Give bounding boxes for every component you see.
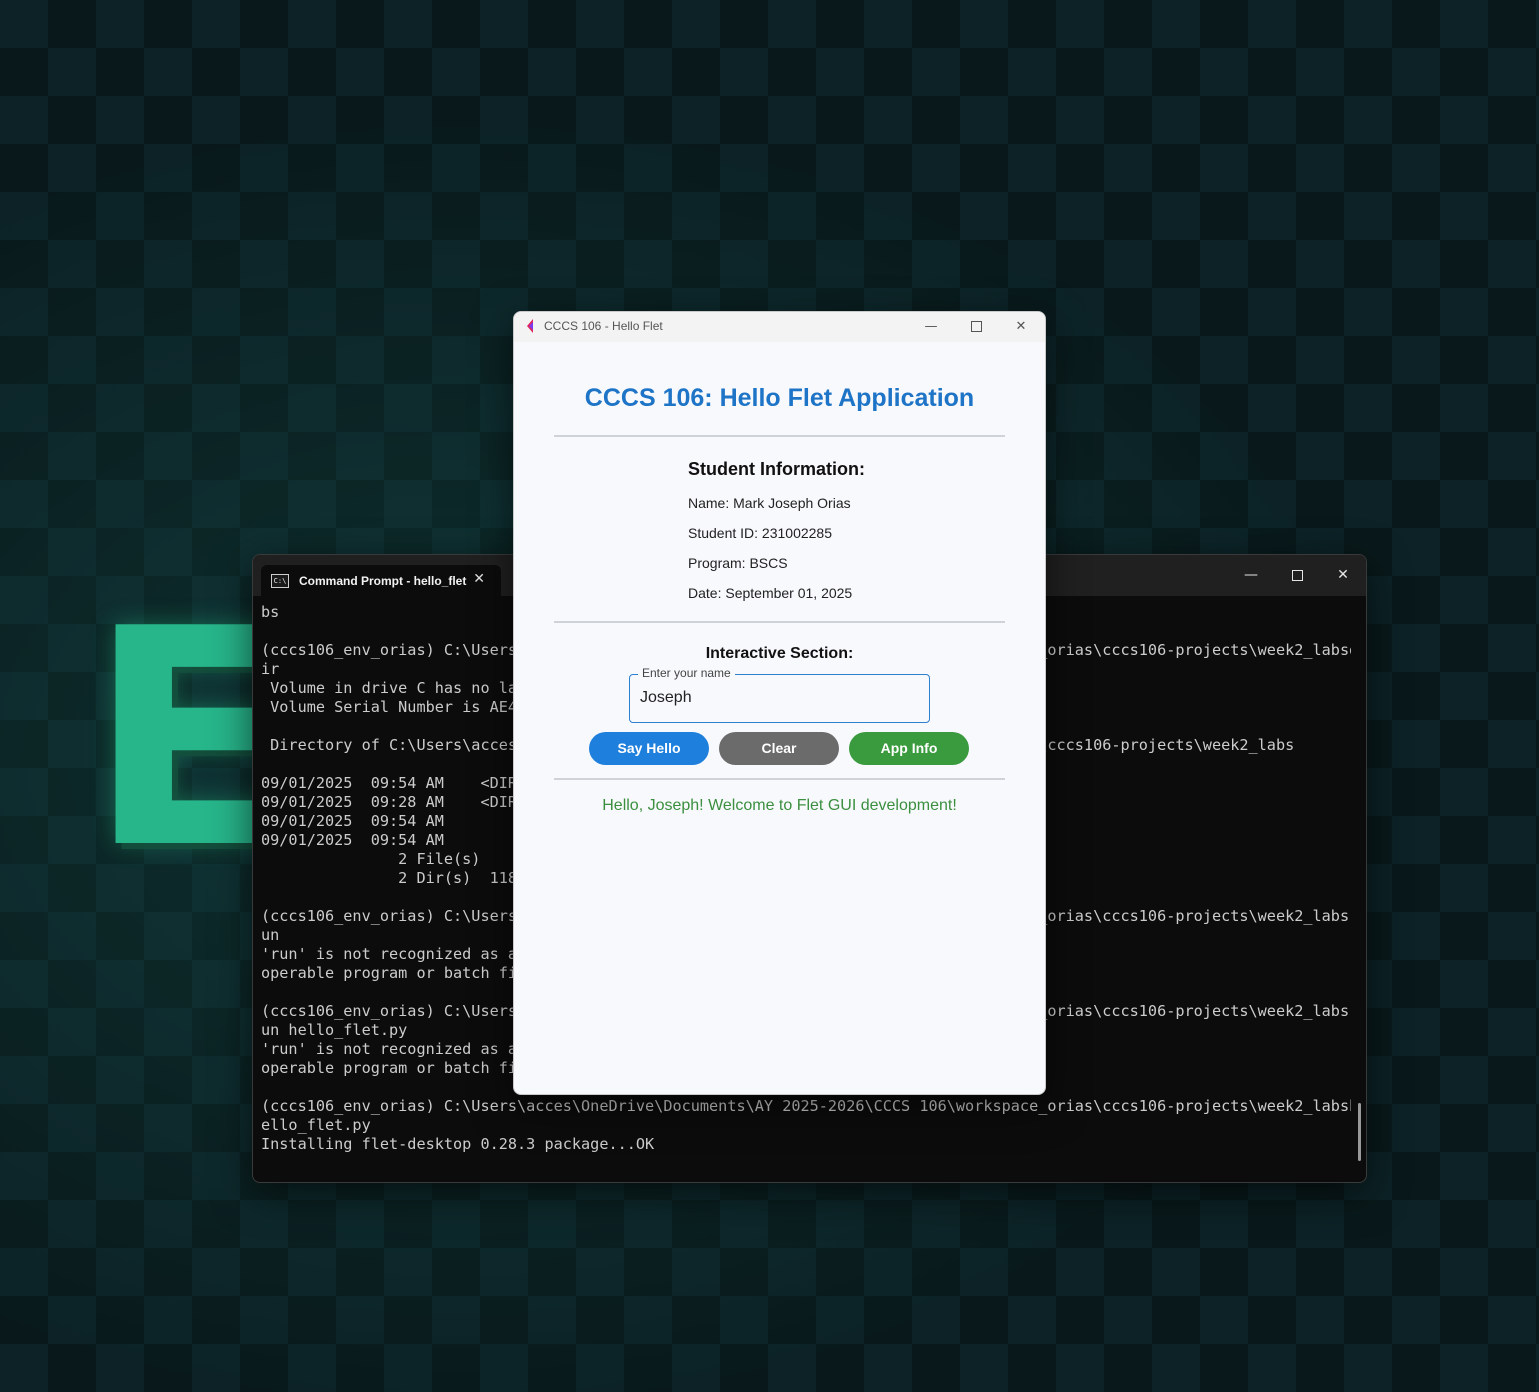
app-window-title: CCCS 106 - Hello Flet xyxy=(544,319,663,333)
terminal-scrollbar[interactable] xyxy=(1358,1103,1361,1161)
flet-logo-icon xyxy=(527,319,533,333)
student-program: Program: BSCS xyxy=(688,555,788,571)
app-info-button[interactable]: App Info xyxy=(849,732,969,765)
student-id: Student ID: 231002285 xyxy=(688,525,833,541)
name-input[interactable] xyxy=(640,687,910,709)
clear-button[interactable]: Clear xyxy=(719,732,839,765)
tab-close-icon[interactable]: ✕ xyxy=(473,571,485,587)
terminal-maximize-button[interactable] xyxy=(1277,563,1317,587)
divider xyxy=(554,435,1005,437)
terminal-line: (cccs106_env_orias) C:\Users\acces\OneDr… xyxy=(261,1097,1351,1115)
divider xyxy=(554,778,1005,780)
greeting-message: Hello, Joseph! Welcome to Flet GUI devel… xyxy=(602,797,957,814)
terminal-minimize-button[interactable]: — xyxy=(1231,563,1271,587)
terminal-tab-title: Command Prompt - hello_flet xyxy=(299,573,467,588)
app-maximize-button[interactable] xyxy=(959,316,993,338)
app-close-button[interactable]: ✕ xyxy=(1004,316,1038,338)
interactive-heading: Interactive Section: xyxy=(705,645,854,662)
terminal-close-button[interactable]: ✕ xyxy=(1323,563,1363,587)
maximize-icon xyxy=(1291,569,1303,581)
say-hello-button[interactable]: Say Hello xyxy=(589,732,709,765)
student-date: Date: September 01, 2025 xyxy=(688,585,853,601)
name-field-label: Enter your name xyxy=(638,666,735,680)
terminal-line: Installing flet-desktop 0.28.3 package..… xyxy=(261,1135,655,1153)
flet-app-window[interactable]: CCCS 106 - Hello Flet — ✕ CCCS 106: Hell… xyxy=(513,311,1046,1095)
page-title: CCCS 106: Hello Flet Application xyxy=(584,384,975,412)
app-titlebar[interactable]: CCCS 106 - Hello Flet — ✕ xyxy=(514,312,1045,342)
app-minimize-button[interactable]: — xyxy=(914,316,948,338)
terminal-tab[interactable]: C:\ Command Prompt - hello_flet ✕ xyxy=(261,565,501,596)
maximize-icon xyxy=(970,321,982,332)
name-field[interactable]: Enter your name xyxy=(629,666,930,723)
student-info-heading: Student Information: xyxy=(688,459,865,479)
student-name: Name: Mark Joseph Orias xyxy=(688,495,851,511)
cmd-icon: C:\ xyxy=(271,573,289,588)
divider xyxy=(554,621,1005,623)
terminal-line: ello_flet.py xyxy=(261,1116,371,1134)
